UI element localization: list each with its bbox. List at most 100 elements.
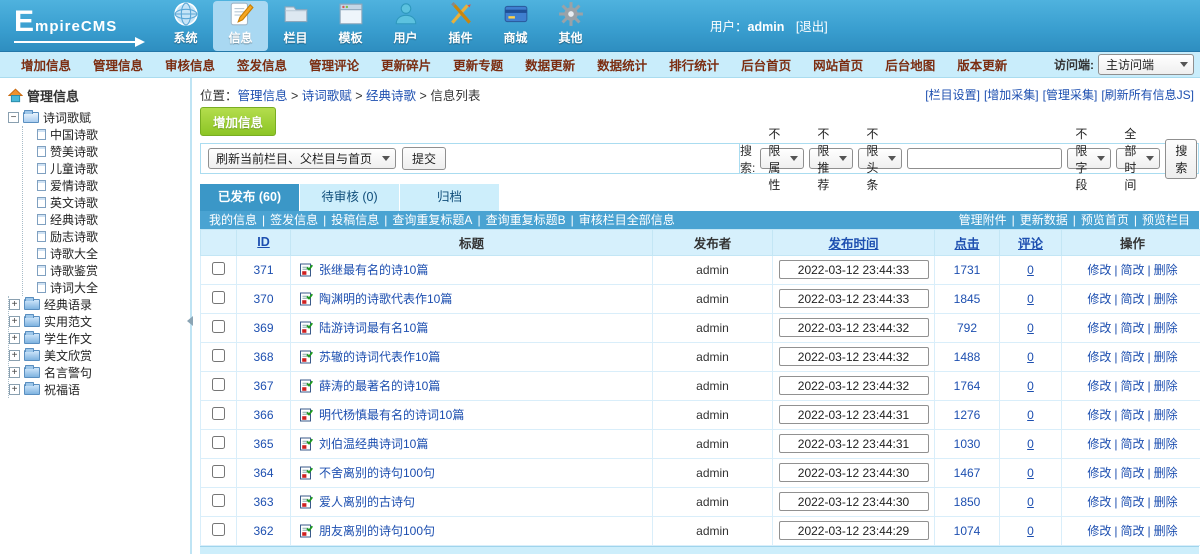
row-op-0[interactable]: 修改 (1087, 292, 1111, 306)
row-comments-link[interactable]: 0 (1027, 350, 1034, 364)
row-id-link[interactable]: 368 (253, 350, 273, 364)
breadcrumb-link[interactable]: 经典诗歌 (366, 89, 416, 103)
topbar-menu-mall[interactable]: 商城 (488, 1, 543, 51)
expand-icon[interactable] (9, 333, 20, 344)
row-id-link[interactable]: 364 (253, 466, 273, 480)
row-comments-link[interactable]: 0 (1027, 466, 1034, 480)
tree-branch-link[interactable]: 祝福语 (44, 381, 80, 398)
row-op-0[interactable]: 修改 (1087, 437, 1111, 451)
attribute-select[interactable]: 不限属性 (760, 148, 804, 169)
topbar-menu-column[interactable]: 栏目 (268, 1, 323, 51)
row-title-link[interactable]: 陶渊明的诗歌代表作10篇 (319, 292, 452, 306)
row-checkbox[interactable] (212, 407, 225, 420)
breadcrumb-action-2[interactable]: [管理采集] (1043, 86, 1098, 103)
row-op-1[interactable]: 简改 (1120, 321, 1144, 335)
toolbar-left-link-3[interactable]: 查询重复标题A (392, 213, 472, 227)
row-title-link[interactable]: 张继最有名的诗10篇 (319, 263, 428, 277)
tree-leaf-link[interactable]: 中国诗歌 (50, 126, 98, 143)
subnav-item-13[interactable]: 版本更新 (946, 55, 1018, 74)
row-op-1[interactable]: 简改 (1120, 437, 1144, 451)
row-checkbox[interactable] (212, 436, 225, 449)
access-terminal-select[interactable]: 主访问端 (1098, 54, 1194, 75)
field-select[interactable]: 不限字段 (1067, 148, 1111, 169)
publish-time-input[interactable] (779, 260, 929, 279)
row-op-1[interactable]: 简改 (1120, 495, 1144, 509)
row-checkbox[interactable] (212, 494, 225, 507)
row-op-2[interactable]: 删除 (1154, 524, 1178, 538)
row-op-2[interactable]: 删除 (1154, 495, 1178, 509)
publish-time-input[interactable] (779, 347, 929, 366)
id-sort-link[interactable]: ID (257, 235, 270, 249)
row-comments-link[interactable]: 0 (1027, 321, 1034, 335)
toolbar-left-link-4[interactable]: 查询重复标题B (486, 213, 566, 227)
toolbar-right-link-2[interactable]: 预览首页 (1081, 213, 1129, 227)
row-op-1[interactable]: 简改 (1120, 466, 1144, 480)
row-op-1[interactable]: 简改 (1120, 350, 1144, 364)
row-op-0[interactable]: 修改 (1087, 379, 1111, 393)
row-comments-link[interactable]: 0 (1027, 263, 1034, 277)
breadcrumb-action-1[interactable]: [增加采集] (984, 86, 1039, 103)
tree-leaf-link[interactable]: 经典诗歌 (50, 211, 98, 228)
row-comments-link[interactable]: 0 (1027, 495, 1034, 509)
row-comments-link[interactable]: 0 (1027, 379, 1034, 393)
topbar-menu-user[interactable]: 用户 (378, 1, 433, 51)
row-checkbox[interactable] (212, 262, 225, 275)
breadcrumb-link[interactable]: 诗词歌赋 (302, 89, 352, 103)
publish-time-input[interactable] (779, 405, 929, 424)
subnav-item-4[interactable]: 管理评论 (298, 55, 370, 74)
row-id-link[interactable]: 366 (253, 408, 273, 422)
time-range-select[interactable]: 全部时间 (1116, 148, 1160, 169)
time-sort-link[interactable]: 发布时间 (828, 237, 878, 251)
row-comments-link[interactable]: 0 (1027, 524, 1034, 538)
toolbar-right-link-0[interactable]: 管理附件 (959, 213, 1007, 227)
subnav-item-10[interactable]: 后台首页 (730, 55, 802, 74)
row-op-1[interactable]: 简改 (1120, 524, 1144, 538)
row-title-link[interactable]: 明代杨慎最有名的诗词10篇 (319, 408, 464, 422)
row-op-2[interactable]: 删除 (1154, 466, 1178, 480)
toolbar-left-link-2[interactable]: 投稿信息 (331, 213, 379, 227)
tree-branch-link[interactable]: 学生作文 (44, 330, 92, 347)
subnav-item-9[interactable]: 排行统计 (658, 55, 730, 74)
row-op-0[interactable]: 修改 (1087, 408, 1111, 422)
tree-leaf-link[interactable]: 爱情诗歌 (50, 177, 98, 194)
topbar-menu-template[interactable]: 模板 (323, 1, 378, 51)
row-title-link[interactable]: 薛涛的最著名的诗10篇 (319, 379, 440, 393)
submit-button[interactable]: 提交 (402, 147, 446, 170)
row-checkbox[interactable] (212, 349, 225, 362)
publish-time-input[interactable] (779, 376, 929, 395)
tree-leaf-link[interactable]: 诗词大全 (50, 279, 98, 296)
expand-icon[interactable] (9, 299, 20, 310)
row-op-2[interactable]: 删除 (1154, 379, 1178, 393)
tree-leaf-link[interactable]: 诗歌大全 (50, 245, 98, 262)
row-op-2[interactable]: 删除 (1154, 350, 1178, 364)
expand-icon[interactable] (9, 384, 20, 395)
tree-leaf-link[interactable]: 诗歌鉴赏 (50, 262, 98, 279)
expand-icon[interactable] (9, 350, 20, 361)
publish-time-input[interactable] (779, 318, 929, 337)
tree-branch-link[interactable]: 经典语录 (44, 296, 92, 313)
tab-pending[interactable]: 待审核 (0) (300, 184, 400, 211)
search-button[interactable]: 搜索 (1165, 139, 1197, 179)
recommend-select[interactable]: 不限推荐 (809, 148, 853, 169)
row-comments-link[interactable]: 0 (1027, 292, 1034, 306)
row-comments-link[interactable]: 0 (1027, 408, 1034, 422)
breadcrumb-action-0[interactable]: [栏目设置] (925, 86, 980, 103)
subnav-item-2[interactable]: 审核信息 (154, 55, 226, 74)
collapse-icon[interactable] (8, 112, 19, 123)
tree-leaf-link[interactable]: 儿童诗歌 (50, 160, 98, 177)
expand-icon[interactable] (9, 316, 20, 327)
toolbar-right-link-1[interactable]: 更新数据 (1020, 213, 1068, 227)
search-keyword-input[interactable] (907, 148, 1062, 169)
toolbar-left-link-1[interactable]: 签发信息 (270, 213, 318, 227)
row-id-link[interactable]: 362 (253, 524, 273, 538)
row-id-link[interactable]: 365 (253, 437, 273, 451)
row-title-link[interactable]: 爱人离别的古诗句 (319, 495, 415, 509)
row-op-2[interactable]: 删除 (1154, 321, 1178, 335)
row-title-link[interactable]: 陆游诗词最有名10篇 (319, 321, 428, 335)
row-title-link[interactable]: 刘伯温经典诗词10篇 (319, 437, 428, 451)
row-comments-link[interactable]: 0 (1027, 437, 1034, 451)
tab-archive[interactable]: 归档 (400, 184, 500, 211)
topbar-menu-system[interactable]: 系统 (158, 1, 213, 51)
row-op-1[interactable]: 简改 (1120, 379, 1144, 393)
row-op-0[interactable]: 修改 (1087, 495, 1111, 509)
